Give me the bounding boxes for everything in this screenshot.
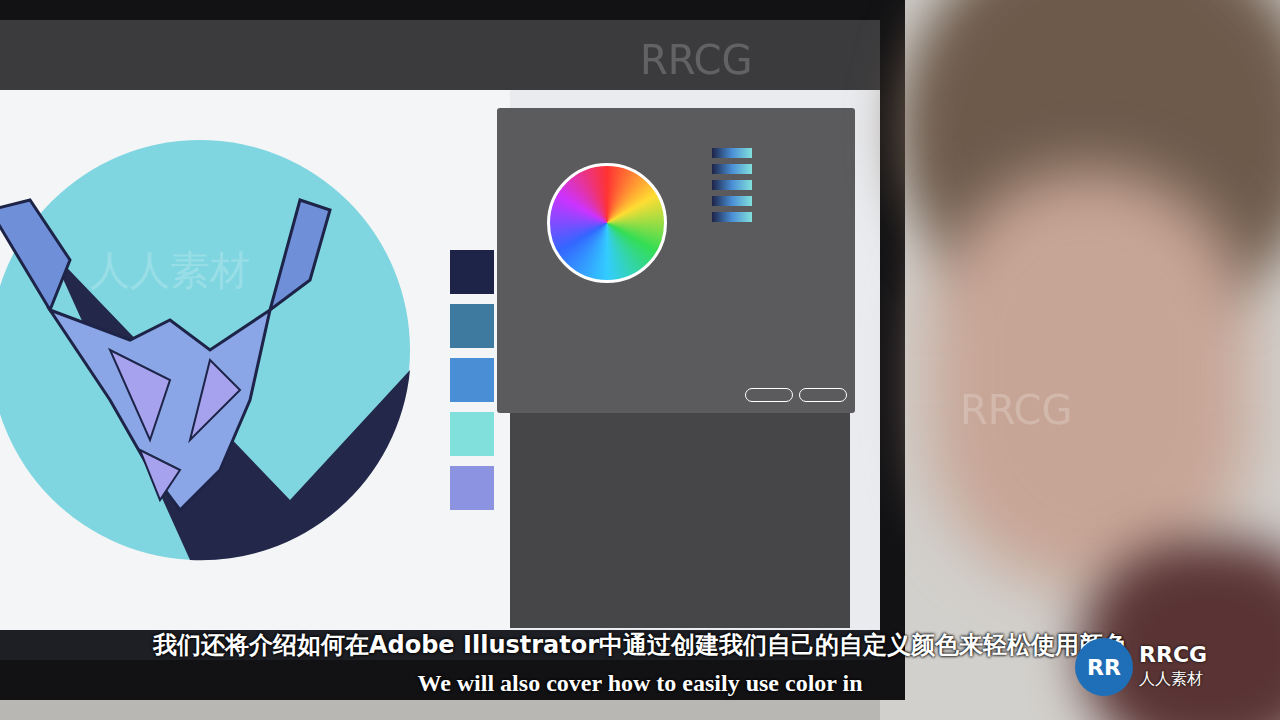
color-group[interactable] xyxy=(712,180,752,190)
color-group[interactable] xyxy=(712,212,752,222)
logo-mark-icon: RR xyxy=(1075,638,1133,696)
color-wheel[interactable] xyxy=(547,163,667,283)
color-group[interactable] xyxy=(712,196,752,206)
color-swatch[interactable] xyxy=(450,250,494,294)
ok-button[interactable] xyxy=(745,388,793,402)
person-face xyxy=(930,170,1250,590)
monitor-screen xyxy=(0,20,880,660)
rrcg-logo: RRRRCG人人素材 xyxy=(1075,638,1207,696)
color-swatch[interactable] xyxy=(450,304,494,348)
swatch-column xyxy=(450,250,494,510)
color-swatch[interactable] xyxy=(450,358,494,402)
recolor-dialog xyxy=(497,108,855,413)
watermark: RRCG xyxy=(960,380,1073,440)
color-groups xyxy=(712,148,752,222)
color-swatch[interactable] xyxy=(450,412,494,456)
color-group[interactable] xyxy=(712,148,752,158)
cancel-button[interactable] xyxy=(799,388,847,402)
color-swatch[interactable] xyxy=(450,466,494,510)
logo-sub: 人人素材 xyxy=(1139,667,1207,691)
layers-panel xyxy=(510,413,850,628)
watermark: RRCG xyxy=(640,30,753,90)
watermark: 人人素材 xyxy=(90,240,250,300)
color-group[interactable] xyxy=(712,164,752,174)
monitor xyxy=(0,0,905,700)
logo-name: RRCG xyxy=(1139,643,1207,667)
deer-illustration-icon xyxy=(0,140,420,570)
video-frame: RRCG人人素材RRCG我们还将介绍如何在Adobe Illustrator中通… xyxy=(0,0,1280,720)
